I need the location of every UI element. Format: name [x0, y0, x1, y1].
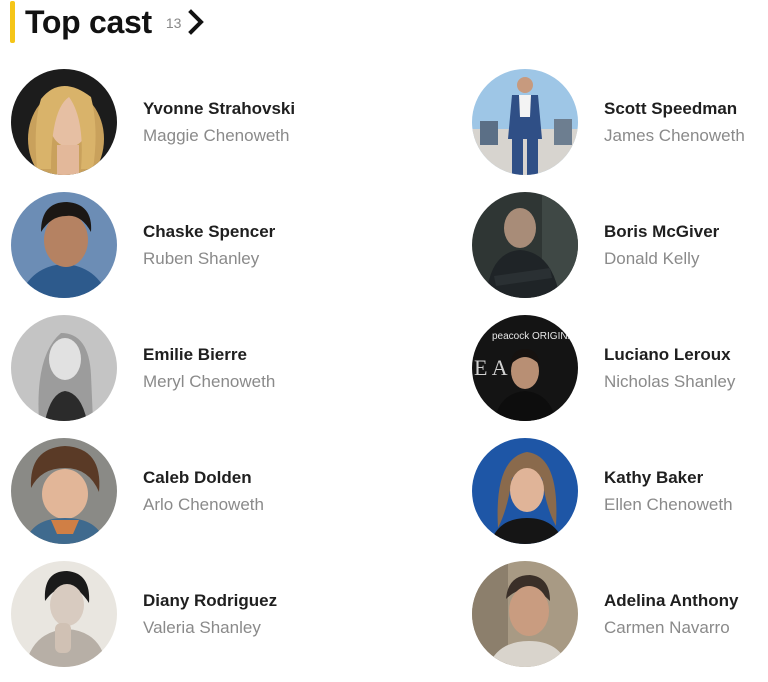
- character-name[interactable]: Ellen Chenoweth: [604, 494, 733, 516]
- character-name[interactable]: James Chenoweth: [604, 125, 745, 147]
- actor-name[interactable]: Yvonne Strahovski: [143, 98, 295, 120]
- character-name[interactable]: Maggie Chenoweth: [143, 125, 295, 147]
- actor-photo[interactable]: [11, 315, 117, 421]
- cast-item[interactable]: Boris McGiver Donald Kelly: [472, 191, 768, 299]
- cast-item[interactable]: Kathy Baker Ellen Chenoweth: [472, 437, 768, 545]
- accent-bar: [10, 1, 15, 43]
- actor-name[interactable]: Scott Speedman: [604, 98, 745, 120]
- cast-item[interactable]: Caleb Dolden Arlo Chenoweth: [11, 437, 311, 545]
- character-name[interactable]: Nicholas Shanley: [604, 371, 735, 393]
- cast-item[interactable]: Adelina Anthony Carmen Navarro: [472, 560, 768, 668]
- actor-name[interactable]: Emilie Bierre: [143, 344, 275, 366]
- actor-photo[interactable]: peacock ORIGINAL E A C: [472, 315, 578, 421]
- character-name[interactable]: Ruben Shanley: [143, 248, 275, 270]
- cast-item[interactable]: Emilie Bierre Meryl Chenoweth: [11, 314, 311, 422]
- chevron-right-icon[interactable]: [187, 8, 207, 36]
- actor-name[interactable]: Chaske Spencer: [143, 221, 275, 243]
- character-name[interactable]: Donald Kelly: [604, 248, 719, 270]
- actor-name[interactable]: Boris McGiver: [604, 221, 719, 243]
- actor-name[interactable]: Adelina Anthony: [604, 590, 738, 612]
- cast-item[interactable]: Yvonne Strahovski Maggie Chenoweth: [11, 68, 311, 176]
- actor-photo[interactable]: [11, 561, 117, 667]
- cast-count: 13: [165, 15, 182, 31]
- cast-item[interactable]: Diany Rodriguez Valeria Shanley: [11, 560, 311, 668]
- actor-photo[interactable]: [472, 438, 578, 544]
- character-name[interactable]: Carmen Navarro: [604, 617, 738, 639]
- actor-photo[interactable]: [11, 69, 117, 175]
- section-title[interactable]: Top cast: [25, 4, 152, 41]
- character-name[interactable]: Meryl Chenoweth: [143, 371, 275, 393]
- actor-name[interactable]: Kathy Baker: [604, 467, 733, 489]
- photo-overlay-text: peacock ORIGINAL: [492, 331, 578, 342]
- actor-name[interactable]: Caleb Dolden: [143, 467, 264, 489]
- actor-name[interactable]: Diany Rodriguez: [143, 590, 277, 612]
- actor-name[interactable]: Luciano Leroux: [604, 344, 735, 366]
- cast-item[interactable]: Scott Speedman James Chenoweth: [472, 68, 768, 176]
- section-header: Top cast 13: [10, 0, 207, 44]
- actor-photo[interactable]: [11, 192, 117, 298]
- actor-photo[interactable]: [11, 438, 117, 544]
- actor-photo[interactable]: [472, 69, 578, 175]
- character-name[interactable]: Valeria Shanley: [143, 617, 277, 639]
- cast-item[interactable]: peacock ORIGINAL E A C Luciano Leroux Ni…: [472, 314, 768, 422]
- character-name[interactable]: Arlo Chenoweth: [143, 494, 264, 516]
- actor-photo[interactable]: [472, 192, 578, 298]
- cast-item[interactable]: Chaske Spencer Ruben Shanley: [11, 191, 311, 299]
- actor-photo[interactable]: [472, 561, 578, 667]
